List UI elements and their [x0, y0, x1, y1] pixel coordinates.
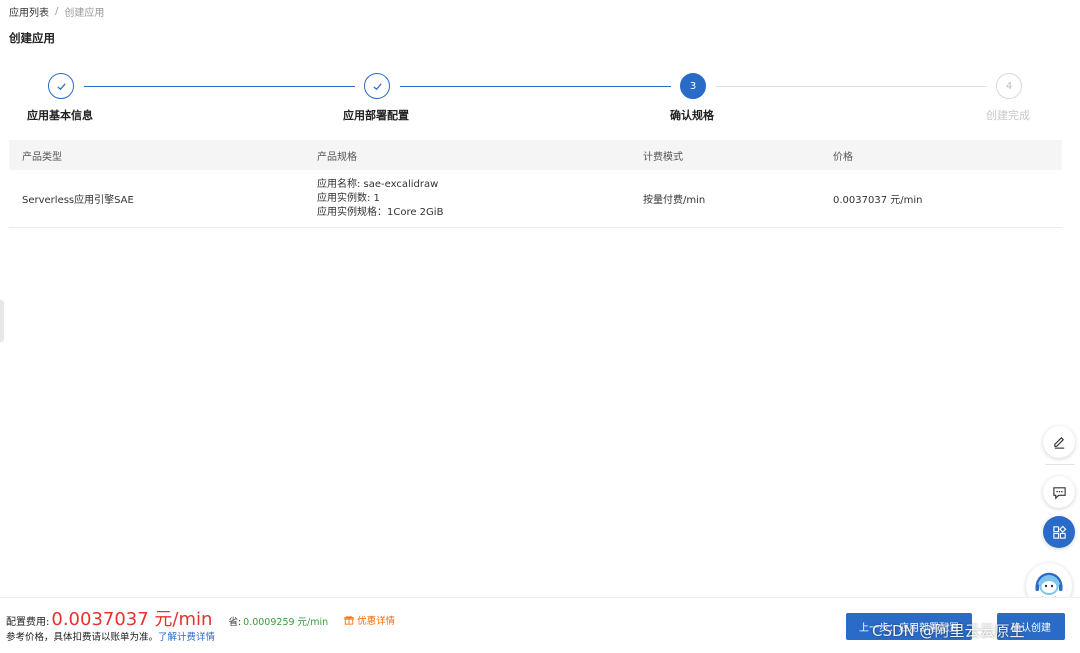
edit-icon [1053, 436, 1064, 449]
step-4-circle: 4 [996, 73, 1022, 99]
check-icon [56, 82, 66, 90]
page-title: 创建应用 [9, 31, 55, 45]
header-product-spec: 产品规格 [317, 151, 357, 163]
billing-details-link[interactable]: 了解计费详情 [158, 632, 215, 643]
cell-billing-mode: 按量付费/min [643, 195, 706, 206]
breadcrumb: 应用列表 / 创建应用 [9, 4, 104, 19]
stepper: 3 4 应用基本信息 应用部署配置 确认规格 创建完成 [0, 72, 1080, 124]
spec-instance-count: 应用实例数: 1 [317, 192, 380, 204]
header-price: 价格 [833, 151, 853, 163]
fee-value: 0.0037037 元/min [51, 609, 213, 630]
breadcrumb-current: 创建应用 [64, 8, 105, 19]
step-3-circle: 3 [680, 73, 706, 99]
table-header: 产品类型 产品规格 计费模式 价格 [9, 140, 1062, 170]
apps-icon [1052, 525, 1066, 539]
check-icon [372, 82, 382, 90]
table-row: Serverless应用引擎SAE 应用名称: sae-excalidraw 应… [9, 170, 1062, 228]
step-4-label: 创建完成 [986, 109, 1030, 122]
header-billing-mode: 计费模式 [643, 151, 683, 163]
spec-app-name: 应用名称: sae-excalidraw [317, 178, 439, 190]
cell-product-type: Serverless应用引擎SAE [22, 195, 134, 206]
step-2-label: 应用部署配置 [343, 109, 409, 122]
spec-instance-size: 应用实例规格：1Core 2GiB [317, 206, 444, 218]
edit-button[interactable] [1043, 426, 1075, 458]
cell-price: 0.0037037 元/min [833, 195, 923, 206]
step-3-number: 3 [689, 80, 697, 92]
save-value: 0.0009259 元/min [243, 617, 329, 628]
fee-row: 配置费用: 0.0037037 元/min 省: 0.0009259 元/min… [6, 605, 395, 631]
cell-product-spec: 应用名称: sae-excalidraw 应用实例数: 1 应用实例规格：1Co… [317, 178, 443, 220]
reference-text: 参考价格，具体扣费请以账单为准。 [6, 632, 159, 643]
step-4-number: 4 [1005, 80, 1013, 92]
side-collapse-handle[interactable] [0, 300, 4, 342]
header-product-type: 产品类型 [22, 151, 62, 163]
step-connector [84, 86, 355, 87]
step-1-label: 应用基本信息 [27, 109, 93, 122]
float-divider [1045, 464, 1075, 465]
apps-button[interactable] [1043, 516, 1075, 548]
feedback-button[interactable] [1043, 476, 1075, 508]
step-connector [716, 86, 987, 87]
step-connector [400, 86, 671, 87]
fee-label: 配置费用: [6, 617, 50, 628]
discount-label: 优惠详情 [357, 616, 396, 627]
step-1-circle [48, 73, 74, 99]
breadcrumb-separator: / [55, 6, 59, 17]
reference-note: 参考价格，具体扣费请以账单为准。了解计费详情 [6, 629, 215, 643]
breadcrumb-app-list[interactable]: 应用列表 [9, 4, 49, 19]
spec-table: 产品类型 产品规格 计费模式 价格 Serverless应用引擎SAE 应用名称… [9, 140, 1062, 228]
discount-details-link[interactable]: 优惠详情 [344, 613, 395, 627]
watermark: CSDN @阿里云云原生 [872, 622, 1025, 640]
gift-icon [344, 615, 354, 625]
save-label: 省: [228, 617, 242, 628]
feedback-icon [1052, 486, 1066, 499]
step-2-circle [364, 73, 390, 99]
step-3-label: 确认规格 [670, 109, 714, 122]
